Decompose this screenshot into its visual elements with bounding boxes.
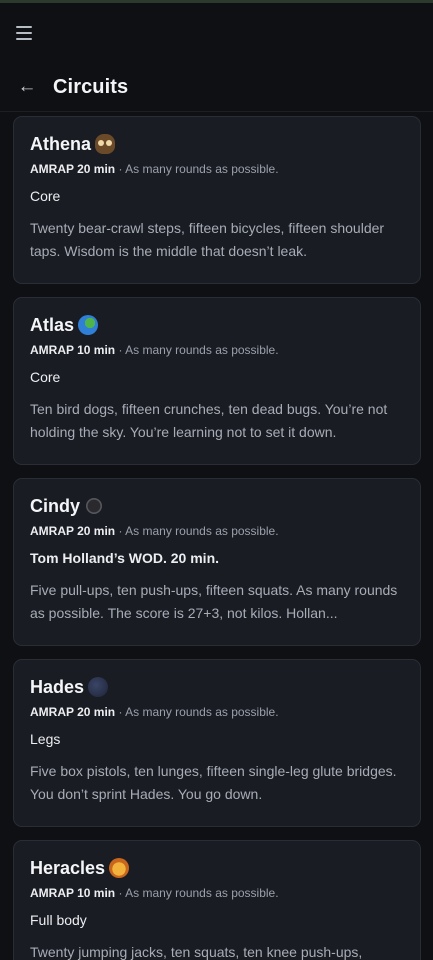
- circuit-format: AMRAP 20 min · As many rounds as possibl…: [30, 162, 279, 176]
- globe-icon: [78, 315, 99, 335]
- circuit-focus: Legs: [30, 731, 61, 747]
- circuit-format: AMRAP 20 min · As many rounds as possibl…: [30, 524, 279, 538]
- circuit-name: Hades: [30, 676, 85, 697]
- circuit-card[interactable]: Hades AMRAP 20 min · As many rounds as p…: [13, 659, 421, 827]
- circuit-description: Five box pistols, ten lunges, fifteen si…: [30, 763, 397, 802]
- circuit-description: Twenty jumping jacks, ten squats, ten kn…: [30, 944, 363, 960]
- circuit-format: AMRAP 10 min · As many rounds as possibl…: [30, 343, 279, 357]
- hamburger-menu-icon[interactable]: [16, 26, 32, 40]
- circuit-description: Ten bird dogs, fifteen crunches, ten dea…: [30, 401, 388, 440]
- circuit-focus: Core: [30, 369, 61, 385]
- circuit-card[interactable]: Heracles AMRAP 10 min · As many rounds a…: [13, 840, 421, 960]
- circuit-card[interactable]: Atlas AMRAP 10 min · As many rounds as p…: [13, 297, 421, 465]
- circuit-format: AMRAP 20 min · As many rounds as possibl…: [30, 705, 279, 719]
- back-arrow-icon[interactable]: ←: [17, 76, 37, 97]
- circuit-name: Athena: [30, 133, 92, 154]
- circuit-focus: Tom Holland’s WOD. 20 min.: [30, 550, 220, 566]
- circuit-name: Atlas: [30, 314, 75, 335]
- page-title: Circuits: [53, 75, 129, 98]
- circuit-description: Twenty bear-crawl steps, fifteen bicycle…: [30, 220, 385, 259]
- spider-icon: [86, 498, 103, 514]
- app-bar: [0, 3, 433, 63]
- moon-icon: [88, 677, 109, 697]
- card-title: Atlas: [30, 313, 404, 337]
- circuit-name: Heracles: [30, 857, 106, 878]
- circuit-description: Five pull-ups, ten push-ups, fifteen squ…: [30, 582, 398, 621]
- circuit-focus: Full body: [30, 912, 87, 928]
- circuit-card[interactable]: Athena AMRAP 20 min · As many rounds as …: [13, 116, 421, 284]
- circuit-card[interactable]: Cindy AMRAP 20 min · As many rounds as p…: [13, 478, 421, 646]
- owl-icon: [95, 134, 116, 154]
- card-title: Hades: [30, 675, 404, 699]
- card-title: Cindy: [30, 494, 404, 518]
- circuit-format: AMRAP 10 min · As many rounds as possibl…: [30, 886, 279, 900]
- card-title: Athena: [30, 132, 404, 156]
- circuit-name: Cindy: [30, 495, 81, 516]
- circuit-list: Athena AMRAP 20 min · As many rounds as …: [0, 112, 433, 960]
- lion-icon: [109, 858, 130, 878]
- title-bar: ← Circuits: [0, 63, 433, 112]
- card-title: Heracles: [30, 856, 404, 880]
- circuit-focus: Core: [30, 188, 61, 204]
